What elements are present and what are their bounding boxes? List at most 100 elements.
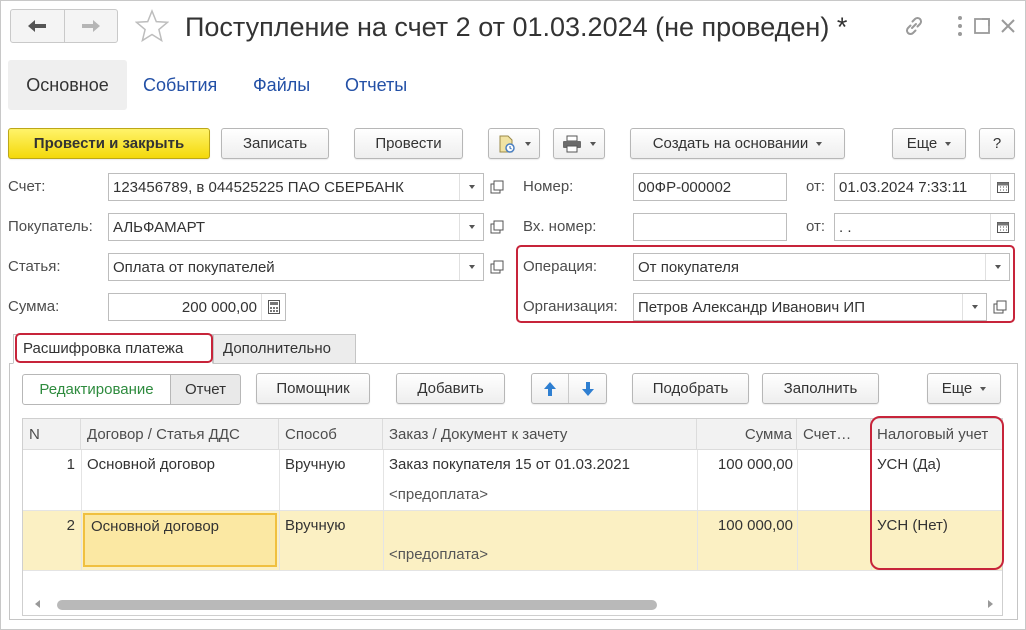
column-header-account[interactable]: Счет… [797,419,871,450]
table-row[interactable]: 1 Основной договор Вручную Заказ покупат… [23,450,1002,510]
buyer-open-button[interactable] [485,213,509,241]
chevron-down-icon [816,141,823,146]
item-value: Оплата от покупателей [113,258,275,276]
open-window-icon [490,180,504,194]
more-button[interactable]: Еще [892,128,966,159]
calculator-button[interactable] [261,294,285,320]
tab-additional[interactable]: Дополнительно [213,334,356,364]
organization-open-button[interactable] [988,293,1012,321]
post-button[interactable]: Провести [354,128,463,159]
scrollbar-thumb[interactable] [57,600,657,610]
report-mode-button[interactable]: Отчет [170,374,241,405]
in-date-label: от: [806,218,826,235]
add-row-button[interactable]: Добавить [396,373,505,404]
move-up-button[interactable] [532,374,569,403]
method-cell[interactable]: Вручную [279,450,383,480]
tab-main[interactable]: Основное [8,60,127,110]
sum-label: Сумма: [8,298,60,315]
sum-cell[interactable]: 100 000,00 [697,450,793,480]
date-calendar-button[interactable] [990,174,1014,200]
item-dropdown[interactable] [459,254,483,280]
table-row[interactable]: 2 Основной договор Вручную <предоплата> … [23,511,1002,570]
attach-menu-button[interactable] [488,128,540,159]
tab-events[interactable]: События [128,60,232,110]
account-open-button[interactable] [485,173,509,201]
print-menu-button[interactable] [553,128,605,159]
organization-dropdown[interactable] [962,294,986,320]
tab-reports[interactable]: Отчеты [330,60,422,110]
organization-value: Петров Александр Иванович ИП [638,298,865,316]
method-cell[interactable]: Вручную [279,511,383,541]
calendar-icon [996,222,1009,233]
sum-field[interactable]: 200 000,00 [108,293,286,321]
scroll-left-icon[interactable] [35,600,40,608]
buyer-field[interactable]: АЛЬФАМАРТ [108,213,484,241]
help-button[interactable]: ? [979,128,1015,159]
column-header-sum[interactable]: Сумма [697,419,797,450]
operation-value: От покупателя [638,258,739,276]
document-clock-icon [499,135,515,153]
table-more-button[interactable]: Еще [927,373,1001,404]
create-based-on-button[interactable]: Создать на основании [630,128,845,159]
maximize-button[interactable] [968,12,996,40]
chevron-down-icon [468,225,475,229]
close-button[interactable] [994,12,1022,40]
column-header-method[interactable]: Способ [279,419,383,450]
column-header-order[interactable]: Заказ / Документ к зачету [383,419,697,450]
open-window-icon [490,220,504,234]
back-button[interactable] [11,10,64,42]
item-open-button[interactable] [485,253,509,281]
sum-cell[interactable]: 100 000,00 [697,511,793,541]
post-and-close-button[interactable]: Провести и закрыть [8,128,210,159]
pick-button[interactable]: Подобрать [632,373,749,404]
number-field[interactable]: 00ФР-000002 [633,173,787,201]
save-button[interactable]: Записать [221,128,329,159]
chevron-down-icon [590,141,596,146]
order-cell[interactable]: Заказ покупателя 15 от 01.03.2021 [383,450,697,480]
column-header-n[interactable]: N [23,419,81,450]
column-header-contract[interactable]: Договор / Статья ДДС [81,419,279,450]
favorite-button[interactable] [134,9,170,43]
account-field[interactable]: 123456789, в 044525225 ПАО СБЕРБАНК [108,173,484,201]
tab-files[interactable]: Файлы [238,60,325,110]
payment-table: N Договор / Статья ДДС Способ Заказ / До… [22,418,1003,616]
chevron-down-icon [980,386,987,391]
calendar-icon [996,182,1009,193]
account-dropdown[interactable] [459,174,483,200]
in-date-field[interactable]: . . [834,213,1015,241]
contract-cell[interactable]: Основной договор [81,450,279,480]
edit-mode-button[interactable]: Редактирование [22,374,171,405]
in-date-value: . . [839,218,852,236]
forward-button[interactable] [63,10,118,42]
account-value: 123456789, в 044525225 ПАО СБЕРБАНК [113,178,404,196]
more-label: Еще [906,135,938,152]
buyer-dropdown[interactable] [459,214,483,240]
more-vertical-icon [958,16,962,36]
fill-button[interactable]: Заполнить [762,373,879,404]
assistant-button[interactable]: Помощник [256,373,370,404]
item-field[interactable]: Оплата от покупателей [108,253,484,281]
row-divider [23,570,1002,571]
arrow-up-icon [544,381,556,396]
item-label: Статья: [8,258,61,275]
printer-icon [563,135,581,152]
sum-value: 200 000,00 [181,298,257,316]
in-number-field[interactable] [633,213,787,241]
document-cell[interactable]: <предоплата> [383,540,697,570]
maximize-icon [974,18,990,34]
scroll-right-icon[interactable] [988,600,993,608]
contract-cell-active[interactable]: Основной договор [83,513,277,567]
link-icon [905,16,923,36]
move-rows-group [531,373,607,404]
row-number: 1 [66,456,75,473]
document-cell[interactable]: <предоплата> [383,480,697,510]
link-button[interactable] [900,12,928,40]
horizontal-scrollbar[interactable] [35,597,993,611]
in-date-calendar-button[interactable] [990,214,1014,240]
chevron-down-icon [468,265,475,269]
operation-field[interactable]: От покупателя [633,253,1010,281]
organization-field[interactable]: Петров Александр Иванович ИП [633,293,987,321]
operation-dropdown[interactable] [985,254,1009,280]
move-down-button[interactable] [569,374,606,403]
date-field[interactable]: 01.03.2024 7:33:11 [834,173,1015,201]
